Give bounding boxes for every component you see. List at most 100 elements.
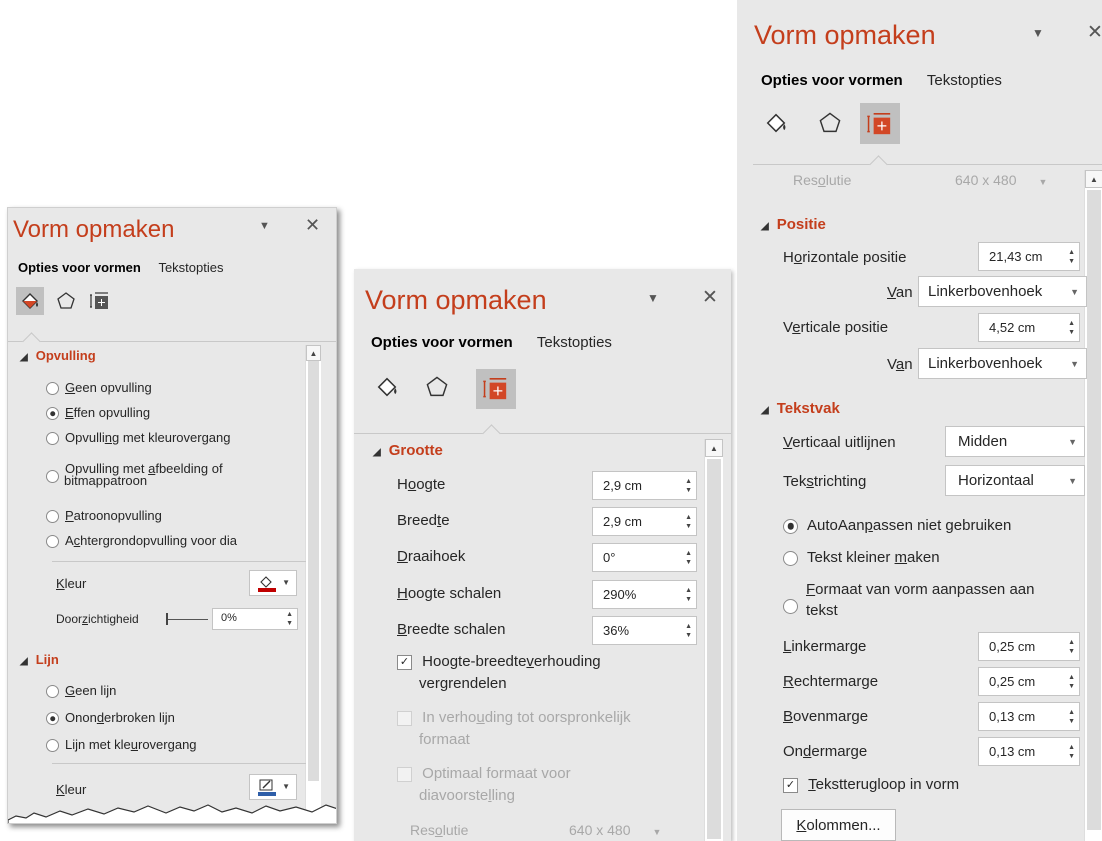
section-lijn[interactable]: ◢ Lijn	[20, 652, 59, 667]
fill-line-tab[interactable]	[16, 287, 44, 315]
scroll-up-arrow[interactable]: ▲	[705, 439, 723, 457]
autofit-option-radio[interactable]: AutoAanpassen niet gebruiken	[783, 517, 1011, 534]
spinner-arrows-icon[interactable]: ▲ ▼	[685, 472, 692, 499]
size-field-input[interactable]: 2,9 cm ▲ ▼	[592, 507, 697, 536]
margin-input[interactable]: 0,25 cm ▲ ▼	[978, 667, 1080, 696]
resolution-select[interactable]: 640 x 480 ▼	[955, 172, 1047, 188]
wrap-text-checkbox[interactable]: ✓ Tekstterugloop in vorm	[783, 776, 959, 793]
radio[interactable]	[46, 432, 59, 446]
scroll-thumb[interactable]	[1087, 190, 1101, 830]
chevron-down-icon[interactable]: ▼	[1032, 26, 1044, 40]
section-positie[interactable]: ◢ Positie	[761, 216, 826, 233]
autofit-option-radio[interactable]: Tekst kleiner maken	[783, 549, 940, 566]
tab-shape-options[interactable]: Opties voor vormen	[761, 72, 903, 89]
tab-text-options[interactable]: Tekstopties	[158, 260, 223, 275]
effects-tab[interactable]	[420, 370, 454, 404]
section-tekstvak[interactable]: ◢ Tekstvak	[761, 400, 840, 417]
size-field-input[interactable]: 290% ▲ ▼	[592, 580, 697, 609]
effects-tab[interactable]	[52, 287, 80, 315]
transparency-slider-track[interactable]	[166, 619, 208, 620]
scroll-thumb[interactable]	[308, 361, 319, 781]
spinner-arrows-icon[interactable]: ▲ ▼	[1068, 738, 1075, 765]
horizontal-position-input[interactable]: 21,43 cm ▲ ▼	[978, 242, 1080, 271]
fill-line-tab[interactable]	[370, 370, 404, 404]
fill-option-radio[interactable]: Achtergrondopvulling voor dia	[46, 533, 237, 549]
spinner-arrows-icon[interactable]: ▲ ▼	[286, 609, 293, 629]
spinner-arrows-icon[interactable]: ▲ ▼	[685, 581, 692, 608]
margin-input[interactable]: 0,13 cm ▲ ▼	[978, 702, 1080, 731]
section-opvulling[interactable]: ◢ Opvulling	[20, 348, 96, 363]
best-scale-slideshow-checkbox[interactable]: Optimaal formaat voor	[397, 765, 571, 782]
size-properties-tab[interactable]	[476, 369, 516, 409]
fill-line-tab[interactable]	[759, 106, 793, 140]
tab-shape-options[interactable]: Opties voor vormen	[18, 260, 141, 275]
fill-option-radio[interactable]: Geen opvulling	[46, 380, 152, 396]
resolution-select[interactable]: 640 x 480 ▼	[569, 822, 661, 838]
checkbox[interactable]	[397, 710, 412, 726]
fill-option-radio[interactable]: Patroonopvulling	[46, 508, 162, 524]
transparency-input[interactable]: 0% ▲ ▼	[212, 608, 298, 630]
scroll-up-arrow[interactable]: ▲	[1085, 170, 1102, 188]
fill-color-button[interactable]: ▼	[249, 570, 297, 596]
radio[interactable]	[46, 712, 59, 726]
size-properties-tab[interactable]	[86, 287, 114, 315]
radio[interactable]	[46, 685, 59, 699]
radio[interactable]	[783, 599, 798, 614]
horizontal-from-select[interactable]: Linkerbovenhoek ▼	[918, 276, 1087, 307]
chevron-down-icon[interactable]: ▼	[259, 220, 270, 232]
tab-text-options[interactable]: Tekstopties	[927, 72, 1002, 89]
vertical-align-select[interactable]: Midden ▼	[945, 426, 1085, 457]
radio[interactable]	[46, 470, 59, 483]
radio[interactable]	[46, 510, 59, 524]
tab-text-options[interactable]: Tekstopties	[537, 334, 612, 351]
spinner-arrows-icon[interactable]: ▲ ▼	[1068, 703, 1075, 730]
spinner-arrows-icon[interactable]: ▲ ▼	[685, 508, 692, 535]
scrollbar[interactable]: ▲	[305, 345, 321, 823]
radio[interactable]	[783, 518, 798, 534]
spinner-arrows-icon[interactable]: ▲ ▼	[1068, 668, 1075, 695]
spinner-arrows-icon[interactable]: ▲ ▼	[685, 544, 692, 571]
spinner-arrows-icon[interactable]: ▲ ▼	[685, 617, 692, 644]
chevron-down-icon[interactable]: ▼	[647, 291, 659, 305]
line-option-radio[interactable]: Geen lijn	[46, 683, 116, 699]
scrollbar[interactable]: ▲	[1084, 170, 1102, 841]
section-grootte[interactable]: ◢ Grootte	[373, 442, 443, 459]
spinner-arrows-icon[interactable]: ▲ ▼	[1068, 243, 1075, 270]
lock-aspect-ratio-checkbox[interactable]: ✓ Hoogte-breedteverhouding	[397, 653, 601, 670]
checkbox[interactable]: ✓	[783, 777, 798, 793]
spinner-arrows-icon[interactable]: ▲ ▼	[1068, 633, 1075, 660]
checkbox[interactable]: ✓	[397, 654, 412, 670]
close-icon[interactable]: ✕	[1087, 21, 1102, 44]
line-option-radio[interactable]: Ononderbroken lijn	[46, 710, 175, 726]
radio[interactable]	[46, 382, 59, 396]
vertical-position-input[interactable]: 4,52 cm ▲ ▼	[978, 313, 1080, 342]
transparency-slider-handle[interactable]	[166, 613, 168, 625]
scrollbar[interactable]: ▲	[704, 439, 723, 841]
radio[interactable]	[46, 535, 59, 549]
relative-original-size-checkbox[interactable]: In verhouding tot oorspronkelijk	[397, 709, 631, 726]
scroll-up-arrow[interactable]: ▲	[306, 345, 321, 361]
size-properties-tab[interactable]	[860, 103, 900, 144]
spinner-arrows-icon[interactable]: ▲ ▼	[1068, 314, 1075, 341]
margin-input[interactable]: 0,13 cm ▲ ▼	[978, 737, 1080, 766]
effects-tab[interactable]	[813, 106, 847, 140]
margin-input[interactable]: 0,25 cm ▲ ▼	[978, 632, 1080, 661]
scroll-thumb[interactable]	[707, 459, 721, 839]
text-direction-select[interactable]: Horizontaal ▼	[945, 465, 1085, 496]
size-field-input[interactable]: 0° ▲ ▼	[592, 543, 697, 572]
radio[interactable]	[46, 407, 59, 421]
radio[interactable]	[46, 739, 59, 753]
fill-option-radio[interactable]: Opvulling met kleurovergang	[46, 430, 231, 446]
fill-option-radio[interactable]: Effen opvulling	[46, 405, 150, 421]
resize-shape-radio[interactable]	[783, 581, 798, 614]
radio[interactable]	[783, 550, 798, 566]
columns-button[interactable]: Kolommen...	[781, 809, 896, 841]
line-option-radio[interactable]: Lijn met kleurovergang	[46, 737, 197, 753]
close-icon[interactable]: ✕	[702, 286, 718, 309]
tab-shape-options[interactable]: Opties voor vormen	[371, 334, 513, 351]
checkbox[interactable]	[397, 766, 412, 782]
size-field-input[interactable]: 2,9 cm ▲ ▼	[592, 471, 697, 500]
close-icon[interactable]: ✕	[305, 215, 320, 236]
vertical-from-select[interactable]: Linkerbovenhoek ▼	[918, 348, 1087, 379]
size-field-input[interactable]: 36% ▲ ▼	[592, 616, 697, 645]
